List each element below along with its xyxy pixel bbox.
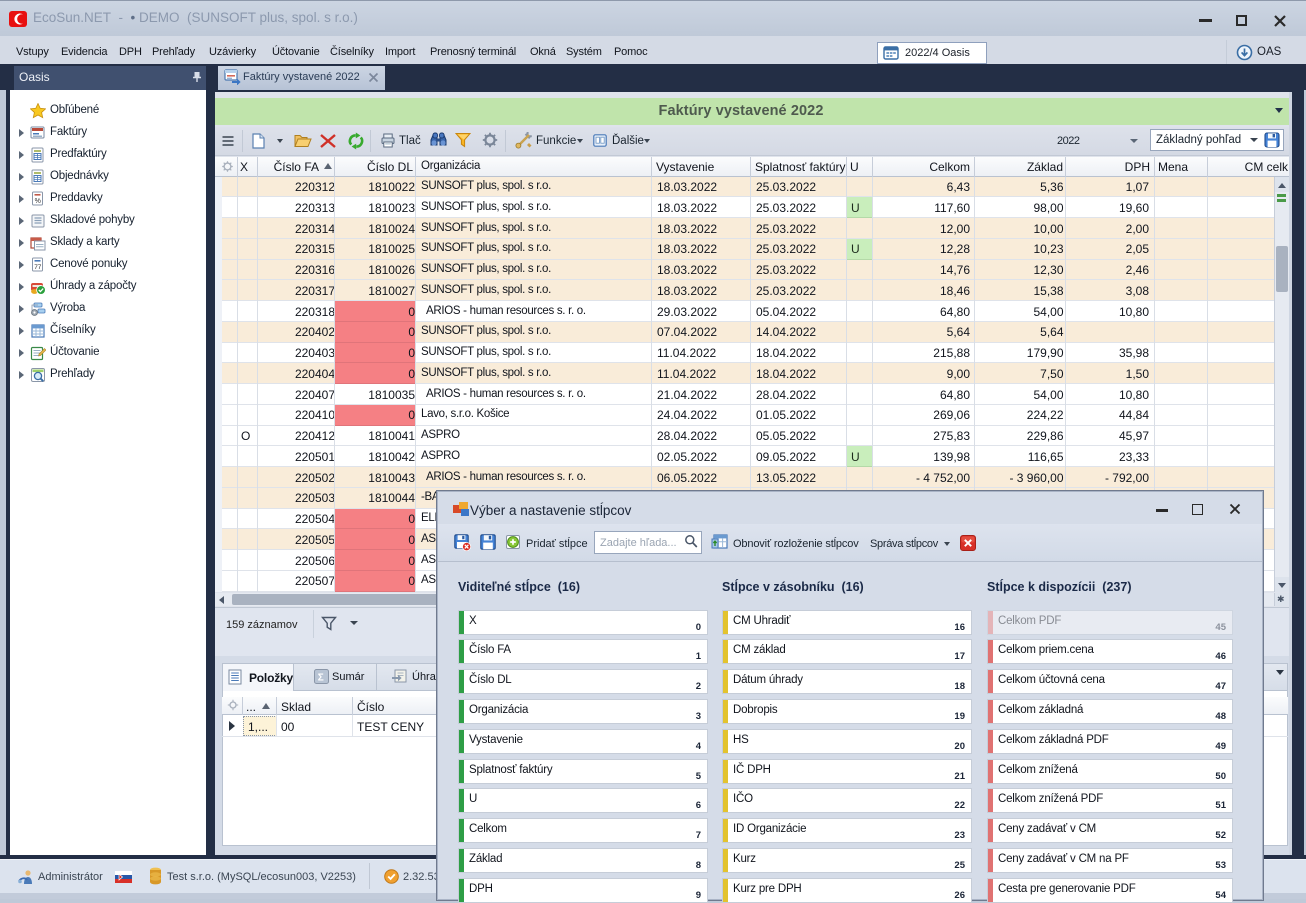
svg-text:%: % xyxy=(35,198,41,205)
svg-text:Σ: Σ xyxy=(318,673,324,684)
svg-text:77: 77 xyxy=(34,264,42,271)
